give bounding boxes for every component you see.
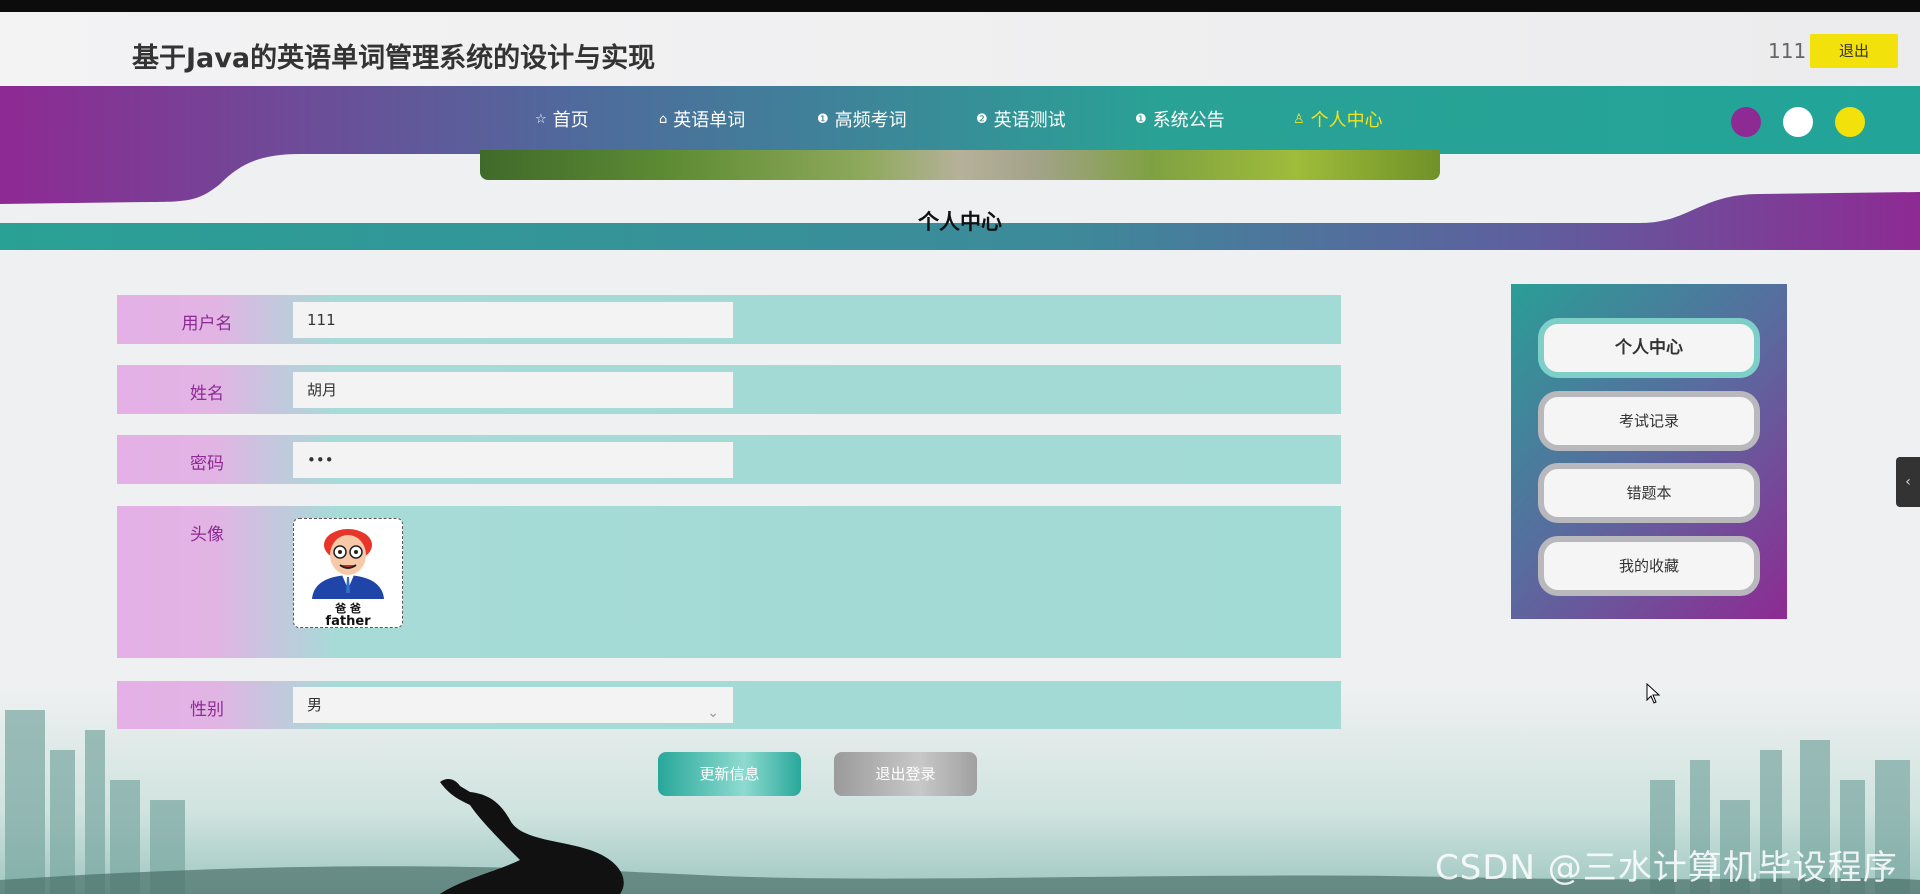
nav-item-frequent-words[interactable]: ❶ 高频考词 xyxy=(817,106,907,132)
name-label: 姓名 xyxy=(190,384,224,404)
sidebar-item-personal-center[interactable]: 个人中心 xyxy=(1538,318,1760,378)
theme-dot-purple[interactable] xyxy=(1731,107,1761,137)
update-info-button[interactable]: 更新信息 xyxy=(658,752,801,796)
nav-item-announcements[interactable]: ❶ 系统公告 xyxy=(1135,106,1225,132)
banner-image xyxy=(480,150,1440,180)
nav-item-label: 系统公告 xyxy=(1152,110,1225,131)
collapse-toggle[interactable]: ‹ xyxy=(1896,457,1920,507)
nav-item-label: 英语测试 xyxy=(993,110,1066,131)
nav-item-label: 高频考词 xyxy=(834,110,907,131)
nav-item-english-words[interactable]: ⌂ 英语单词 xyxy=(659,106,745,132)
alert-circle-icon: ❶ xyxy=(817,111,829,127)
nav-item-home[interactable]: ☆ 首页 xyxy=(535,106,589,132)
nav-item-label: 英语单词 xyxy=(673,110,746,131)
window-top-strip xyxy=(0,0,1920,12)
avatar-image xyxy=(312,529,384,599)
sidebar-item-wrong-questions[interactable]: 错题本 xyxy=(1538,463,1760,523)
form-row-avatar: 头像 爸 爸 father xyxy=(117,506,1341,658)
avatar-caption-en: father xyxy=(325,614,371,628)
avatar-label: 头像 xyxy=(190,525,224,545)
gender-selected-value: 男 xyxy=(307,696,323,714)
nav-item-label: 个人中心 xyxy=(1310,110,1383,131)
mouse-cursor-icon xyxy=(1646,683,1661,704)
name-field[interactable]: 胡月 xyxy=(293,372,733,408)
theme-dot-white[interactable] xyxy=(1783,107,1813,137)
nav-item-label: 首页 xyxy=(552,110,589,131)
bag-icon: ⌂ xyxy=(659,111,668,127)
gender-select[interactable]: 男 ⌄ xyxy=(293,687,733,723)
sidebar: 个人中心 考试记录 错题本 我的收藏 xyxy=(1511,284,1787,619)
chevron-down-icon: ⌄ xyxy=(707,705,719,721)
main-nav: ☆ 首页 ⌂ 英语单词 ❶ 高频考词 ❷ 英语测试 ❶ 系统公告 ♙ 个人中心 xyxy=(0,86,1920,152)
header: 基于Java的英语单词管理系统的设计与实现 111 退出 xyxy=(0,12,1920,86)
nav-item-personal-center[interactable]: ♙ 个人中心 xyxy=(1293,106,1383,132)
question-circle-icon: ❷ xyxy=(976,111,988,127)
username-field[interactable]: 111 xyxy=(293,302,733,338)
header-logout-button[interactable]: 退出 xyxy=(1810,34,1898,68)
sidebar-item-favorites[interactable]: 我的收藏 xyxy=(1538,536,1760,596)
form-row-password: 密码 ••• xyxy=(117,435,1341,484)
gender-label: 性别 xyxy=(190,700,224,720)
password-label: 密码 xyxy=(190,454,224,474)
site-title: 基于Java的英语单词管理系统的设计与实现 xyxy=(132,43,656,74)
user-icon: ♙ xyxy=(1293,111,1305,127)
sidebar-item-exam-records[interactable]: 考试记录 xyxy=(1538,391,1760,451)
avatar-upload[interactable]: 爸 爸 father xyxy=(293,518,403,628)
form-row-username: 用户名 111 xyxy=(117,295,1341,344)
current-username: 111 xyxy=(1768,39,1807,63)
info-circle-icon: ❶ xyxy=(1135,111,1147,127)
page-title: 个人中心 xyxy=(918,210,1002,234)
star-icon: ☆ xyxy=(535,111,547,127)
nav-item-english-test[interactable]: ❷ 英语测试 xyxy=(976,106,1066,132)
theme-dot-yellow[interactable] xyxy=(1835,107,1865,137)
username-label: 用户名 xyxy=(181,314,233,334)
form-row-name: 姓名 胡月 xyxy=(117,365,1341,414)
watermark: CSDN @三水计算机毕设程序 xyxy=(1435,848,1898,888)
chevron-left-icon: ‹ xyxy=(1905,474,1911,490)
logout-button[interactable]: 退出登录 xyxy=(834,752,977,796)
password-field[interactable]: ••• xyxy=(293,442,733,478)
form-row-gender: 性别 男 ⌄ xyxy=(117,681,1341,729)
